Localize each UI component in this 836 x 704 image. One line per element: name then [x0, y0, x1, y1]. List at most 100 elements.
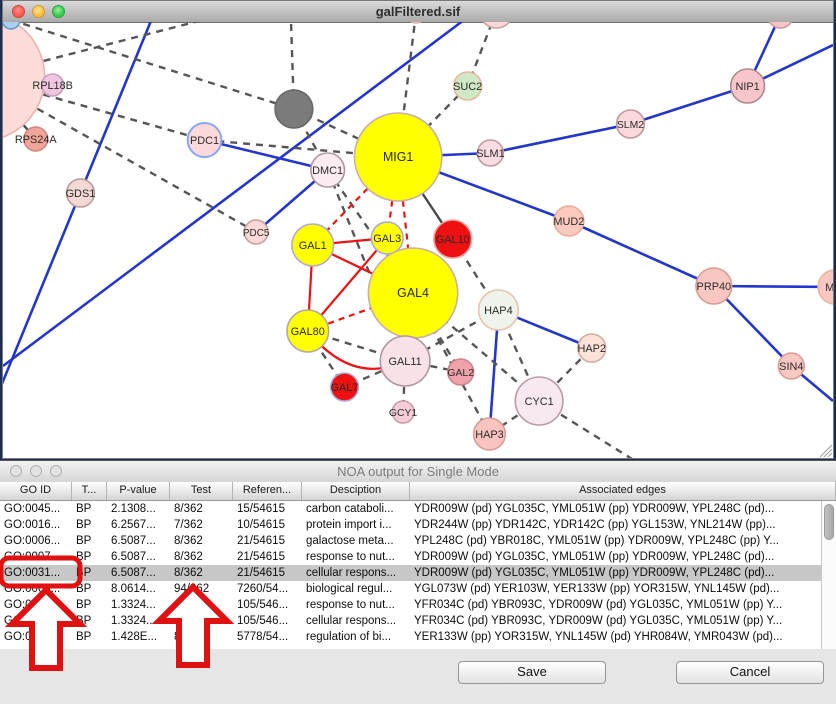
table-cell: BP — [72, 597, 107, 613]
graph-node-label: NIP1 — [735, 81, 759, 93]
table-cell: regulation of bi... — [302, 629, 410, 645]
column-header-associated-edges[interactable]: Associated edges — [410, 482, 836, 500]
table-cell: 1.3324... — [107, 613, 170, 629]
table-row[interactable]: GO:0007...BP6.5087...8/36221/54615respon… — [0, 549, 836, 565]
save-button[interactable]: Save — [458, 661, 606, 684]
graph-edge-blue[interactable] — [205, 140, 328, 170]
table-row[interactable]: GO:0006...BP6.5087...8/36221/54615galact… — [0, 533, 836, 549]
table-cell: galactose meta... — [302, 533, 410, 549]
column-header-p-value[interactable]: P-value — [107, 482, 170, 500]
table-cell: 7260/54... — [233, 581, 302, 597]
column-header-test[interactable]: Test — [170, 482, 233, 500]
table-cell: 8/362 — [170, 501, 233, 517]
table-row[interactable]: GO:0031...BP1.3324...11/362105/546...res… — [0, 597, 836, 613]
graph-node-label: DMC1 — [312, 165, 343, 177]
table-cell: 80/362 — [170, 629, 233, 645]
table-cell: 2.1308... — [107, 501, 170, 517]
column-header-t-[interactable]: T... — [72, 482, 107, 500]
noa-window-title: NOA output for Single Mode — [0, 464, 836, 479]
table-cell: YGL073W (pd) YER103W, YER133W (pp) YOR31… — [410, 581, 836, 597]
graph-node-label: MSI — [825, 282, 833, 294]
table-cell: 6.5087... — [107, 533, 170, 549]
column-header-desciption[interactable]: Desciption — [302, 482, 410, 500]
table-cell: YFR034C (pd) YBR093C, YDR009W (pd) YGL03… — [410, 613, 836, 629]
cancel-button[interactable]: Cancel — [676, 661, 824, 684]
graph-node-label: GAL10 — [436, 234, 470, 246]
table-cell: GO:0045... — [0, 501, 72, 517]
vertical-scrollbar-thumb[interactable] — [824, 504, 834, 540]
table-row[interactable]: GO:0031...BP1.3324...11/362105/546...cel… — [0, 613, 836, 629]
table-cell: 15/54615 — [233, 501, 302, 517]
column-header-referen-[interactable]: Referen... — [233, 482, 302, 500]
noa-window: NOA output for Single Mode GO IDT...P-va… — [0, 460, 836, 704]
graph-node-label: GAL80 — [291, 326, 325, 338]
table-cell: BP — [72, 517, 107, 533]
table-cell: cellular respons... — [302, 613, 410, 629]
table-cell: 8.0614... — [107, 581, 170, 597]
table-cell: BP — [72, 581, 107, 597]
table-cell: 94/362 — [170, 581, 233, 597]
graph-node-top_pink1[interactable] — [480, 22, 514, 28]
network-canvas[interactable]: RPL18BRPS24AGDS1PDC1PDC5DMC1MIG1SUC2SLM1… — [3, 22, 833, 458]
table-row[interactable]: GO:0031...BP6.5087...8/36221/54615cellul… — [0, 565, 836, 581]
table-cell: response to nut... — [302, 597, 410, 613]
table-cell: YER133W (pp) YOR315W, YNL145W (pd) YHR08… — [410, 629, 836, 645]
graph-node-label: RPS24A — [15, 134, 58, 146]
table-cell: 8/362 — [170, 533, 233, 549]
graph-edge-blue[interactable] — [490, 124, 630, 153]
table-cell: 6.5087... — [107, 565, 170, 581]
table-cell: 105/546... — [233, 597, 302, 613]
table-cell: 6.2567... — [107, 517, 170, 533]
table-cell: YDR009W (pd) YGL035C, YML051W (pp) YDR00… — [410, 549, 836, 565]
table-row[interactable]: GO:0050...BP1.428E...80/3625778/54...reg… — [0, 629, 836, 645]
table-row[interactable]: GO:0045...BP2.1308...8/36215/54615carbon… — [0, 501, 836, 517]
table-cell: GO:0031... — [0, 565, 72, 581]
graph-node-label: HAP4 — [484, 305, 513, 317]
graph-node-label: MUD2 — [553, 216, 584, 228]
table-cell: YDR244W (pp) YDR142C, YDR142C (pp) YGL15… — [410, 517, 836, 533]
table-cell: YDR009W (pd) YGL035C, YML051W (pp) YDR00… — [410, 565, 836, 581]
table-cell: GO:0007... — [0, 549, 72, 565]
table-cell: BP — [72, 533, 107, 549]
graph-node-label: SIN4 — [779, 361, 803, 373]
table-cell: 10/54615 — [233, 517, 302, 533]
graph-node-label: GDS1 — [66, 188, 96, 200]
graph-edge-blue[interactable] — [569, 221, 714, 286]
graph-node-top_green[interactable] — [406, 22, 426, 23]
table-cell: BP — [72, 565, 107, 581]
noa-window-titlebar[interactable]: NOA output for Single Mode — [0, 461, 836, 483]
table-cell: 1.428E... — [107, 629, 170, 645]
resize-grip[interactable] — [818, 443, 832, 457]
network-window-titlebar[interactable]: galFiltered.sif — [3, 1, 833, 23]
graph-node-label: GAL11 — [389, 356, 422, 368]
table-cell: BP — [72, 613, 107, 629]
graph-node-graynode[interactable] — [275, 90, 313, 128]
table-row[interactable]: GO:0065...BP8.0614...94/3627260/54...bio… — [0, 581, 836, 597]
table-cell: BP — [72, 629, 107, 645]
graph-edge-blue[interactable] — [630, 86, 747, 124]
network-window: galFiltered.sif RPL18B RPS24A GDS1 PDC1 PDC5… — [2, 0, 834, 459]
table-cell: YDR009W (pd) YGL035C, YML051W (pp) YDR00… — [410, 501, 836, 517]
table-row[interactable]: GO:0016...BP6.2567...7/36210/54615protei… — [0, 517, 836, 533]
graph-node-label: GAL4 — [397, 286, 429, 300]
table-cell: response to nut... — [302, 549, 410, 565]
table-cell: YFR034C (pd) YBR093C, YDR009W (pd) YGL03… — [410, 597, 836, 613]
table-cell: 5778/54... — [233, 629, 302, 645]
graph-node-label: PRP40 — [697, 281, 732, 293]
table-cell: 7/362 — [170, 517, 233, 533]
graph-node-label: GAL7 — [331, 382, 359, 394]
graph-node-label: RPL18B — [32, 80, 73, 92]
table-cell: 21/54615 — [233, 565, 302, 581]
graph-node-label: SLM2 — [617, 120, 644, 131]
table-cell: YPL248C (pd) YBR018C, YML051W (pp) YDR00… — [410, 533, 836, 549]
graph-node-top_pink2[interactable] — [767, 22, 793, 28]
vertical-scrollbar-track[interactable] — [821, 501, 836, 649]
table-cell: carbon cataboli... — [302, 501, 410, 517]
graph-node-label: GAL2 — [447, 368, 474, 379]
graph-node-label: PDC5 — [243, 228, 270, 239]
graph-node-label: GAL3 — [373, 233, 401, 245]
graph-node-label: CYC1 — [525, 396, 554, 408]
graph-node-label: PDC1 — [190, 135, 219, 147]
column-header-go-id[interactable]: GO ID — [0, 482, 72, 500]
table-cell: 21/54615 — [233, 549, 302, 565]
